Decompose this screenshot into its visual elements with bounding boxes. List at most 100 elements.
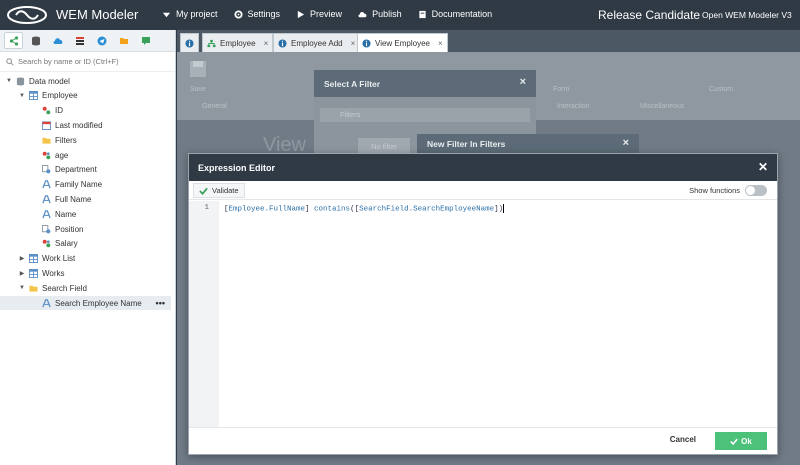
tree-item[interactable]: Department [0, 163, 171, 177]
tab-employee[interactable]: Employee × [202, 33, 274, 52]
tree-item[interactable]: Salary [0, 237, 171, 251]
chat-button[interactable] [136, 32, 155, 49]
share-button[interactable] [4, 32, 23, 49]
menu-label: My project [176, 9, 218, 19]
tab-label: Employee Add [291, 38, 343, 48]
line-number: 1 [189, 201, 219, 427]
expression-editor-header: Expression Editor ✕ [189, 154, 777, 181]
tree-item-label: age [55, 150, 69, 160]
info-icon [185, 38, 194, 48]
wem-logo-icon[interactable] [6, 6, 48, 24]
collapse-icon[interactable]: ▼ [19, 93, 25, 99]
folder-icon [119, 37, 128, 44]
collapse-icon[interactable]: ▼ [19, 285, 25, 291]
files-button[interactable] [114, 32, 133, 49]
close-tab-icon[interactable]: × [438, 39, 443, 48]
filters-folder[interactable]: Filters [320, 108, 530, 122]
tree-item[interactable]: ▶ Work List [0, 252, 171, 266]
tree-item[interactable]: Search Employee Name ••• [0, 296, 171, 310]
caret-down-icon [162, 12, 171, 17]
share-icon [9, 35, 18, 46]
table-icon [29, 91, 38, 101]
list-button[interactable] [70, 32, 89, 49]
tree-item[interactable]: Last modified [0, 118, 171, 132]
expand-icon[interactable]: ▶ [19, 255, 25, 262]
filters-folder-label: Filters [340, 110, 361, 119]
tree-item-label: Department [55, 165, 97, 175]
checkmark-icon [730, 438, 738, 445]
general-group-label: General [202, 103, 227, 110]
tree-item[interactable]: ▶ Works [0, 266, 171, 280]
code-editor[interactable]: 1 [Employee.FullName] contains([SearchFi… [189, 201, 777, 427]
editor-tabs: Employee × Employee Add × View Employee … [177, 30, 800, 52]
tree-item-label: Full Name [55, 194, 92, 204]
tree-item[interactable]: age [0, 148, 171, 162]
close-icon[interactable]: ✕ [758, 160, 768, 174]
code-field-token: SearchField.SearchEmployeeName [359, 205, 495, 214]
tree-item-label: ID [55, 106, 63, 116]
flowchart-icon [207, 39, 216, 47]
more-options-icon[interactable]: ••• [156, 298, 165, 308]
info-icon [278, 38, 287, 48]
tree-item[interactable]: ▼ Data model [0, 74, 171, 88]
tab-employee-add[interactable]: Employee Add × [273, 33, 361, 52]
save-icon[interactable] [189, 60, 207, 78]
close-tab-icon[interactable]: × [351, 39, 356, 48]
tree-item[interactable]: Family Name [0, 178, 171, 192]
cloud-icon [53, 37, 62, 44]
menu-preview[interactable]: Preview [296, 9, 342, 19]
select-filter-header: Select A Filter × [314, 70, 536, 97]
send-button[interactable] [92, 32, 111, 49]
tree-search [0, 52, 175, 72]
text-field-icon [42, 195, 51, 204]
cancel-button[interactable]: Cancel [670, 435, 696, 444]
tree-item[interactable]: ID [0, 104, 171, 118]
misc-group-label: Miscellaneous [640, 103, 685, 110]
book-icon [418, 10, 426, 18]
tree-item[interactable]: ▼ Search Field [0, 281, 171, 295]
expand-icon[interactable]: ▶ [19, 270, 25, 277]
reference-field-icon [42, 165, 51, 174]
tree-item-label: Last modified [55, 120, 103, 130]
code-token: ]) [494, 205, 504, 214]
tree-item[interactable]: Position [0, 222, 171, 236]
gear-icon [233, 9, 243, 19]
expression-editor-dialog: Expression Editor ✕ Validate Show functi… [188, 153, 778, 455]
database-icon [31, 36, 40, 45]
validate-label: Validate [212, 186, 239, 195]
tree-item-label: Family Name [55, 180, 103, 190]
text-field-icon [42, 298, 51, 308]
open-v3-link[interactable]: Open WEM Modeler V3 [702, 10, 792, 20]
close-tab-icon[interactable]: × [264, 39, 269, 48]
search-input[interactable] [18, 57, 168, 66]
tab-label: View Employee [375, 38, 430, 48]
close-icon[interactable]: × [520, 76, 526, 88]
tree-item[interactable]: Name [0, 207, 171, 221]
tree-item-label: Search Field [42, 283, 87, 293]
ok-button[interactable]: Ok [715, 432, 767, 450]
code-line[interactable]: [Employee.FullName] contains([SearchFiel… [224, 204, 505, 214]
tab-info[interactable] [180, 33, 199, 52]
table-icon [29, 268, 38, 278]
menu-publish[interactable]: Publish [358, 9, 402, 19]
cloud-button[interactable] [48, 32, 67, 49]
tree-item[interactable]: Full Name [0, 192, 171, 206]
tree-item[interactable]: Filters [0, 133, 171, 147]
tab-view-employee[interactable]: View Employee × [357, 33, 448, 52]
top-bar: WEM Modeler My project Settings Preview … [0, 0, 800, 30]
datamodel-button[interactable] [26, 32, 45, 49]
ok-label: Ok [741, 436, 752, 446]
play-icon [297, 10, 305, 18]
text-field-icon [42, 209, 51, 219]
tree-item-label: Works [42, 268, 65, 278]
menu-settings[interactable]: Settings [233, 9, 280, 19]
tree-item[interactable]: ▼ Employee [0, 89, 171, 103]
collapse-icon[interactable]: ▼ [6, 78, 12, 84]
close-icon[interactable]: × [623, 137, 629, 149]
search-icon [6, 57, 14, 66]
paper-plane-icon [97, 36, 106, 45]
menu-documentation[interactable]: Documentation [418, 9, 492, 19]
validate-button[interactable]: Validate [193, 183, 245, 198]
menu-my-project[interactable]: My project [162, 9, 218, 19]
show-functions-toggle[interactable] [745, 185, 767, 196]
